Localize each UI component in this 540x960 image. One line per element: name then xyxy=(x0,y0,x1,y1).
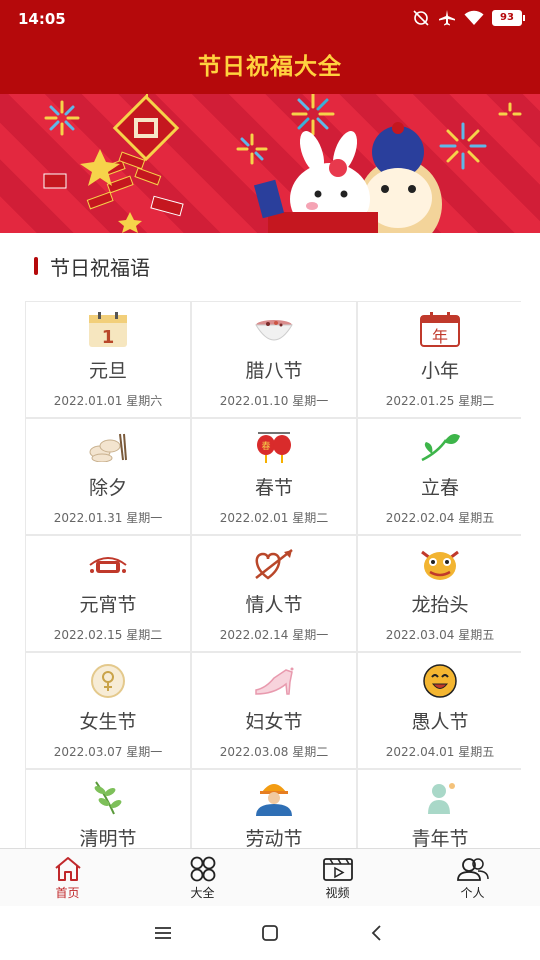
holiday-name: 腊八节 xyxy=(245,360,303,382)
nav-menu-button[interactable] xyxy=(143,913,183,953)
tab-label: 个人 xyxy=(460,886,485,900)
female-symbol-icon xyxy=(91,664,125,698)
calendar-year-icon: 年 xyxy=(420,312,460,347)
holiday-card-lichun[interactable]: 立春 2022.02.04 星期五 xyxy=(358,419,522,534)
tab-video[interactable]: 视频 xyxy=(270,849,405,906)
tab-label: 首页 xyxy=(55,886,80,900)
holiday-card-chuxi[interactable]: 除夕 2022.01.31 星期一 xyxy=(26,419,190,534)
holiday-card-qingnian[interactable]: 青年节 xyxy=(358,770,522,848)
dumplings-icon xyxy=(89,433,127,462)
tab-label: 大全 xyxy=(190,886,215,900)
holiday-name: 立春 xyxy=(420,477,459,499)
holiday-date: 2022.02.04 星期五 xyxy=(385,511,495,525)
holiday-date: 2022.01.25 星期二 xyxy=(385,394,495,408)
tab-home[interactable]: 首页 xyxy=(0,849,135,906)
nav-back-button[interactable] xyxy=(357,913,397,953)
battery-icon: 93 xyxy=(492,10,525,26)
nav-home-button[interactable] xyxy=(250,913,290,953)
holiday-date: 2022.02.01 星期二 xyxy=(219,511,329,525)
page-title: 节日祝福大全 xyxy=(198,54,342,80)
holiday-name: 元宵节 xyxy=(79,594,137,616)
section-title: 节日祝福语 xyxy=(50,255,150,280)
porridge-bowl-icon xyxy=(255,320,293,341)
holiday-card-chunjie[interactable]: 春 春节 2022.02.01 星期二 xyxy=(192,419,356,534)
user-icon xyxy=(456,858,489,881)
app-bar: 节日祝福大全 xyxy=(0,38,540,94)
menu-icon xyxy=(155,927,172,939)
holiday-name: 清明节 xyxy=(79,828,137,848)
holiday-name: 女生节 xyxy=(79,711,137,733)
svg-text:年: 年 xyxy=(432,327,448,346)
tab-profile[interactable]: 个人 xyxy=(405,849,540,906)
holiday-date: 2022.01.01 星期六 xyxy=(53,394,163,408)
holiday-name: 青年节 xyxy=(411,828,469,848)
calendar-icon: 1 xyxy=(89,312,127,348)
section-header: 节日祝福语 xyxy=(34,253,150,280)
holiday-card-longtaitou[interactable]: 龙抬头 2022.03.04 星期五 xyxy=(358,536,522,651)
holiday-card-yuanxiao[interactable]: 元宵节 2022.02.15 星期二 xyxy=(26,536,190,651)
holiday-name: 春节 xyxy=(254,477,293,499)
status-time: 14:05 xyxy=(18,10,66,28)
svg-text:春: 春 xyxy=(261,440,270,452)
holiday-date: 2022.03.04 星期五 xyxy=(385,628,495,642)
holiday-card-yuren[interactable]: 愚人节 2022.04.01 星期五 xyxy=(358,653,522,768)
holiday-section: 节日祝福语 1 元旦 2022.01.01 星期六 腊八节 2022.01.10… xyxy=(0,233,540,848)
grid-icon xyxy=(190,856,215,882)
holiday-card-qingren[interactable]: 情人节 2022.02.14 星期一 xyxy=(192,536,356,651)
svg-text:1: 1 xyxy=(102,327,115,348)
holiday-name: 劳动节 xyxy=(245,828,303,848)
mute-alarm-icon xyxy=(413,10,429,26)
holiday-card-laodong[interactable]: 劳动节 xyxy=(192,770,356,848)
tab-catalog[interactable]: 大全 xyxy=(135,849,270,906)
smiley-icon xyxy=(423,664,457,698)
lantern-festival-logo-icon xyxy=(89,557,127,573)
wifi-icon xyxy=(464,10,484,25)
lantern-icon: 春 xyxy=(257,432,291,463)
holiday-card-yuandan[interactable]: 1 元旦 2022.01.01 星期六 xyxy=(26,302,190,417)
firecrackers-icon xyxy=(43,149,184,233)
video-icon xyxy=(322,858,353,881)
holiday-name: 除夕 xyxy=(88,477,127,499)
holiday-name: 小年 xyxy=(420,360,459,382)
back-icon xyxy=(371,925,381,941)
bottom-tab-bar: 首页 大全 视频 个人 xyxy=(0,848,540,906)
holiday-date: 2022.01.10 星期一 xyxy=(219,394,329,408)
fu-charm-icon xyxy=(112,94,180,162)
dragon-icon xyxy=(421,550,459,580)
high-heel-icon xyxy=(255,667,294,695)
system-nav-bar xyxy=(0,906,540,960)
holiday-date: 2022.01.31 星期一 xyxy=(53,511,163,525)
sprout-icon xyxy=(421,434,460,462)
status-bar: 14:05 93 xyxy=(0,0,540,38)
holiday-date: 2022.02.15 星期二 xyxy=(53,628,163,642)
holiday-grid: 1 元旦 2022.01.01 星期六 腊八节 2022.01.10 星期一 年… xyxy=(25,301,522,848)
square-home-icon xyxy=(262,925,278,941)
worker-icon xyxy=(256,784,292,816)
holiday-card-qingming[interactable]: 清明节 xyxy=(26,770,190,848)
home-icon xyxy=(54,857,81,881)
youth-icon xyxy=(428,783,455,814)
status-icons: 93 xyxy=(412,8,525,28)
tab-label: 视频 xyxy=(325,886,350,900)
holiday-name: 元旦 xyxy=(88,360,127,382)
holiday-date: 2022.03.07 星期一 xyxy=(53,745,163,759)
airplane-mode-icon xyxy=(439,10,455,26)
holiday-card-funv[interactable]: 妇女节 2022.03.08 星期二 xyxy=(192,653,356,768)
holiday-card-nvsheng[interactable]: 女生节 2022.03.07 星期一 xyxy=(26,653,190,768)
holiday-name: 妇女节 xyxy=(245,711,303,733)
holiday-date: 2022.02.14 星期一 xyxy=(219,628,329,642)
holiday-name: 情人节 xyxy=(245,594,303,616)
holiday-card-xiaonian[interactable]: 年 小年 2022.01.25 星期二 xyxy=(358,302,522,417)
cartoon-rabbits-icon xyxy=(253,122,442,233)
banner-illustration xyxy=(43,94,522,233)
willow-branch-icon xyxy=(94,781,122,815)
heart-arrow-icon xyxy=(255,549,293,580)
banner-image[interactable] xyxy=(0,94,540,233)
holiday-name: 愚人节 xyxy=(411,711,469,733)
holiday-date: 2022.03.08 星期二 xyxy=(219,745,329,759)
holiday-name: 龙抬头 xyxy=(411,594,469,616)
holiday-date: 2022.04.01 星期五 xyxy=(385,745,495,759)
section-accent-bar xyxy=(34,257,38,275)
holiday-card-laba[interactable]: 腊八节 2022.01.10 星期一 xyxy=(192,302,356,417)
